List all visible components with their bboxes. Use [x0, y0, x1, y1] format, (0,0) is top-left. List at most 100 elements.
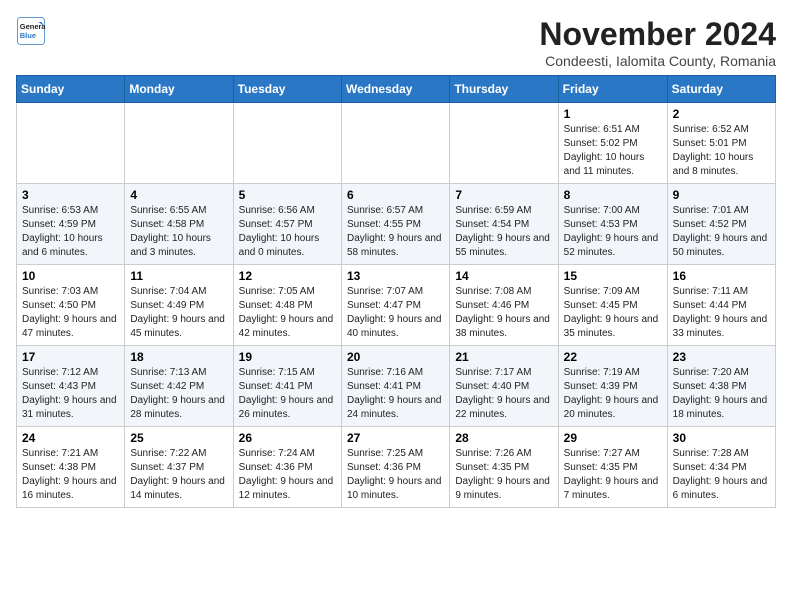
logo: General Blue: [16, 16, 46, 46]
day-info: Sunrise: 7:15 AM Sunset: 4:41 PM Dayligh…: [239, 366, 336, 422]
day-number: 20: [347, 350, 444, 364]
day-cell: 6 Sunrise: 6:57 AM Sunset: 4:55 PM Daylig…: [341, 184, 449, 265]
day-cell: 3 Sunrise: 6:53 AM Sunset: 4:59 PM Daylig…: [17, 184, 125, 265]
weekday-header-row: SundayMondayTuesdayWednesdayThursdayFrid…: [17, 76, 776, 103]
day-cell: [450, 103, 558, 184]
day-info: Sunrise: 6:51 AM Sunset: 5:02 PM Dayligh…: [564, 123, 662, 179]
day-cell: 25 Sunrise: 7:22 AM Sunset: 4:37 PM Dayli…: [125, 427, 233, 508]
day-info: Sunrise: 6:53 AM Sunset: 4:59 PM Dayligh…: [22, 204, 119, 260]
day-cell: 30Sunrise: 7:28 AM Sunset: 4:34 PM Dayli…: [667, 427, 775, 508]
day-cell: 12 Sunrise: 7:05 AM Sunset: 4:48 PM Dayli…: [233, 265, 341, 346]
day-cell: [17, 103, 125, 184]
day-info: Sunrise: 7:05 AM Sunset: 4:48 PM Dayligh…: [239, 285, 336, 341]
week-row-4: 17 Sunrise: 7:12 AM Sunset: 4:43 PM Dayli…: [17, 346, 776, 427]
day-number: 13: [347, 269, 444, 283]
day-number: 18: [130, 350, 227, 364]
title-block: November 2024 Condeesti, Ialomita County…: [539, 16, 776, 69]
day-info: Sunrise: 7:11 AM Sunset: 4:44 PM Dayligh…: [673, 285, 770, 341]
weekday-header-thursday: Thursday: [450, 76, 558, 103]
day-number: 29: [564, 431, 662, 445]
day-info: Sunrise: 7:24 AM Sunset: 4:36 PM Dayligh…: [239, 447, 336, 503]
day-cell: 15 Sunrise: 7:09 AM Sunset: 4:45 PM Dayli…: [558, 265, 667, 346]
day-number: 9: [673, 188, 770, 202]
day-number: 3: [22, 188, 119, 202]
day-info: Sunrise: 7:13 AM Sunset: 4:42 PM Dayligh…: [130, 366, 227, 422]
day-number: 26: [239, 431, 336, 445]
day-info: Sunrise: 6:59 AM Sunset: 4:54 PM Dayligh…: [455, 204, 552, 260]
day-cell: 21 Sunrise: 7:17 AM Sunset: 4:40 PM Dayli…: [450, 346, 558, 427]
day-cell: 14 Sunrise: 7:08 AM Sunset: 4:46 PM Dayli…: [450, 265, 558, 346]
day-number: 10: [22, 269, 119, 283]
weekday-header-saturday: Saturday: [667, 76, 775, 103]
day-cell: 10 Sunrise: 7:03 AM Sunset: 4:50 PM Dayli…: [17, 265, 125, 346]
day-info: Sunrise: 6:56 AM Sunset: 4:57 PM Dayligh…: [239, 204, 336, 260]
day-cell: 24Sunrise: 7:21 AM Sunset: 4:38 PM Dayli…: [17, 427, 125, 508]
day-number: 14: [455, 269, 552, 283]
weekday-header-tuesday: Tuesday: [233, 76, 341, 103]
day-number: 24: [22, 431, 119, 445]
day-number: 16: [673, 269, 770, 283]
day-number: 30: [673, 431, 770, 445]
day-cell: 28Sunrise: 7:26 AM Sunset: 4:35 PM Dayli…: [450, 427, 558, 508]
day-number: 2: [673, 107, 770, 121]
day-info: Sunrise: 7:25 AM Sunset: 4:36 PM Dayligh…: [347, 447, 444, 503]
day-info: Sunrise: 7:03 AM Sunset: 4:50 PM Dayligh…: [22, 285, 119, 341]
day-number: 1: [564, 107, 662, 121]
day-number: 19: [239, 350, 336, 364]
day-info: Sunrise: 7:19 AM Sunset: 4:39 PM Dayligh…: [564, 366, 662, 422]
day-info: Sunrise: 7:08 AM Sunset: 4:46 PM Dayligh…: [455, 285, 552, 341]
day-number: 6: [347, 188, 444, 202]
day-info: Sunrise: 7:09 AM Sunset: 4:45 PM Dayligh…: [564, 285, 662, 341]
day-info: Sunrise: 7:12 AM Sunset: 4:43 PM Dayligh…: [22, 366, 119, 422]
day-cell: 18 Sunrise: 7:13 AM Sunset: 4:42 PM Dayli…: [125, 346, 233, 427]
day-cell: 17 Sunrise: 7:12 AM Sunset: 4:43 PM Dayli…: [17, 346, 125, 427]
day-info: Sunrise: 7:01 AM Sunset: 4:52 PM Dayligh…: [673, 204, 770, 260]
week-row-5: 24Sunrise: 7:21 AM Sunset: 4:38 PM Dayli…: [17, 427, 776, 508]
day-number: 12: [239, 269, 336, 283]
day-number: 7: [455, 188, 552, 202]
day-cell: 1 Sunrise: 6:51 AM Sunset: 5:02 PM Daylig…: [558, 103, 667, 184]
weekday-header-monday: Monday: [125, 76, 233, 103]
weekday-header-sunday: Sunday: [17, 76, 125, 103]
subtitle: Condeesti, Ialomita County, Romania: [539, 53, 776, 69]
day-info: Sunrise: 7:20 AM Sunset: 4:38 PM Dayligh…: [673, 366, 770, 422]
day-info: Sunrise: 6:57 AM Sunset: 4:55 PM Dayligh…: [347, 204, 444, 260]
day-number: 5: [239, 188, 336, 202]
day-info: Sunrise: 7:07 AM Sunset: 4:47 PM Dayligh…: [347, 285, 444, 341]
day-cell: 29 Sunrise: 7:27 AM Sunset: 4:35 PM Dayli…: [558, 427, 667, 508]
day-cell: 20 Sunrise: 7:16 AM Sunset: 4:41 PM Dayli…: [341, 346, 449, 427]
day-info: Sunrise: 7:22 AM Sunset: 4:37 PM Dayligh…: [130, 447, 227, 503]
day-cell: 16 Sunrise: 7:11 AM Sunset: 4:44 PM Dayli…: [667, 265, 775, 346]
day-cell: 11Sunrise: 7:04 AM Sunset: 4:49 PM Dayli…: [125, 265, 233, 346]
day-number: 22: [564, 350, 662, 364]
day-info: Sunrise: 7:26 AM Sunset: 4:35 PM Dayligh…: [455, 447, 552, 503]
day-cell: [125, 103, 233, 184]
day-number: 17: [22, 350, 119, 364]
main-title: November 2024: [539, 16, 776, 53]
day-info: Sunrise: 7:16 AM Sunset: 4:41 PM Dayligh…: [347, 366, 444, 422]
day-cell: 27Sunrise: 7:25 AM Sunset: 4:36 PM Dayli…: [341, 427, 449, 508]
day-info: Sunrise: 6:52 AM Sunset: 5:01 PM Dayligh…: [673, 123, 770, 179]
day-cell: 7 Sunrise: 6:59 AM Sunset: 4:54 PM Daylig…: [450, 184, 558, 265]
day-number: 11: [130, 269, 227, 283]
day-info: Sunrise: 7:17 AM Sunset: 4:40 PM Dayligh…: [455, 366, 552, 422]
week-row-2: 3 Sunrise: 6:53 AM Sunset: 4:59 PM Daylig…: [17, 184, 776, 265]
day-cell: [341, 103, 449, 184]
day-cell: 19 Sunrise: 7:15 AM Sunset: 4:41 PM Dayli…: [233, 346, 341, 427]
day-number: 25: [130, 431, 227, 445]
day-cell: 4 Sunrise: 6:55 AM Sunset: 4:58 PM Daylig…: [125, 184, 233, 265]
day-info: Sunrise: 7:27 AM Sunset: 4:35 PM Dayligh…: [564, 447, 662, 503]
calendar-table: SundayMondayTuesdayWednesdayThursdayFrid…: [16, 75, 776, 508]
day-cell: 13 Sunrise: 7:07 AM Sunset: 4:47 PM Dayli…: [341, 265, 449, 346]
day-number: 4: [130, 188, 227, 202]
day-cell: 8Sunrise: 7:00 AM Sunset: 4:53 PM Daylig…: [558, 184, 667, 265]
week-row-1: 1 Sunrise: 6:51 AM Sunset: 5:02 PM Daylig…: [17, 103, 776, 184]
day-cell: 9 Sunrise: 7:01 AM Sunset: 4:52 PM Daylig…: [667, 184, 775, 265]
day-cell: 22 Sunrise: 7:19 AM Sunset: 4:39 PM Dayli…: [558, 346, 667, 427]
day-info: Sunrise: 6:55 AM Sunset: 4:58 PM Dayligh…: [130, 204, 227, 260]
day-number: 21: [455, 350, 552, 364]
week-row-3: 10 Sunrise: 7:03 AM Sunset: 4:50 PM Dayli…: [17, 265, 776, 346]
day-number: 23: [673, 350, 770, 364]
day-number: 15: [564, 269, 662, 283]
weekday-header-wednesday: Wednesday: [341, 76, 449, 103]
